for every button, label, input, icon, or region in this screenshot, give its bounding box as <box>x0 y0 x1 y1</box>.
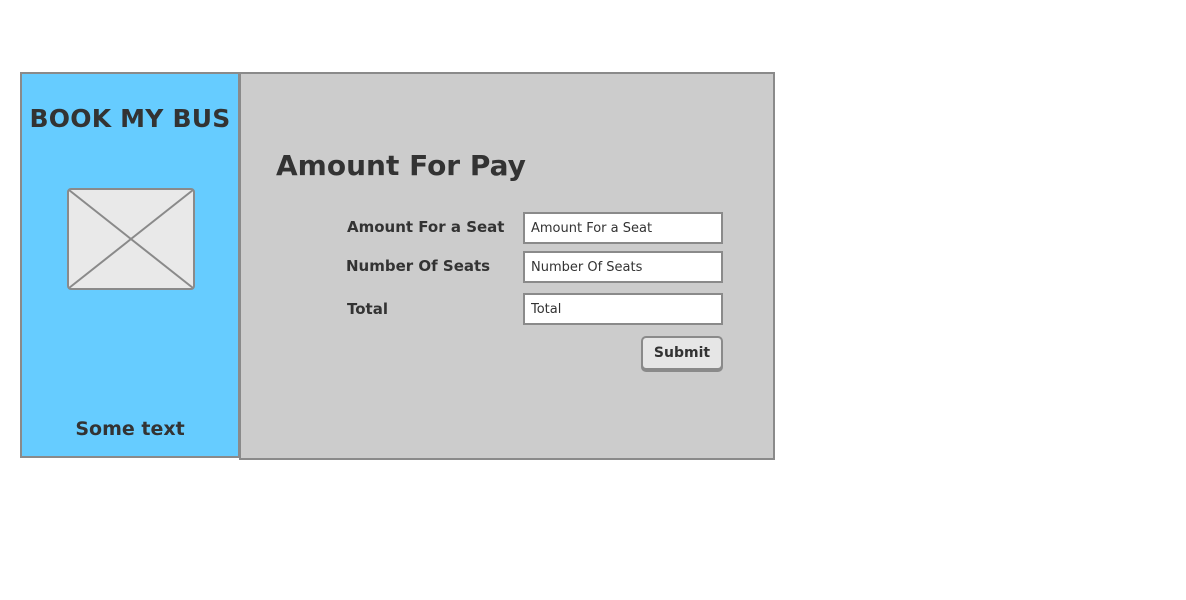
amount-per-seat-label: Amount For a Seat <box>347 218 505 236</box>
number-of-seats-input[interactable] <box>523 251 723 283</box>
page-title: Amount For Pay <box>276 149 526 182</box>
number-of-seats-label: Number Of Seats <box>346 257 491 275</box>
brand-title: BOOK MY BUS <box>29 104 231 133</box>
total-label: Total <box>347 300 388 318</box>
sidebar: BOOK MY BUS Some text <box>20 72 240 458</box>
sidebar-footer-text: Some text <box>75 418 185 440</box>
image-placeholder-icon <box>67 188 195 290</box>
total-input[interactable] <box>523 293 723 325</box>
amount-per-seat-input[interactable] <box>523 212 723 244</box>
submit-button[interactable]: Submit <box>641 336 723 370</box>
main-panel: Amount For Pay Amount For a Seat Number … <box>239 72 775 460</box>
